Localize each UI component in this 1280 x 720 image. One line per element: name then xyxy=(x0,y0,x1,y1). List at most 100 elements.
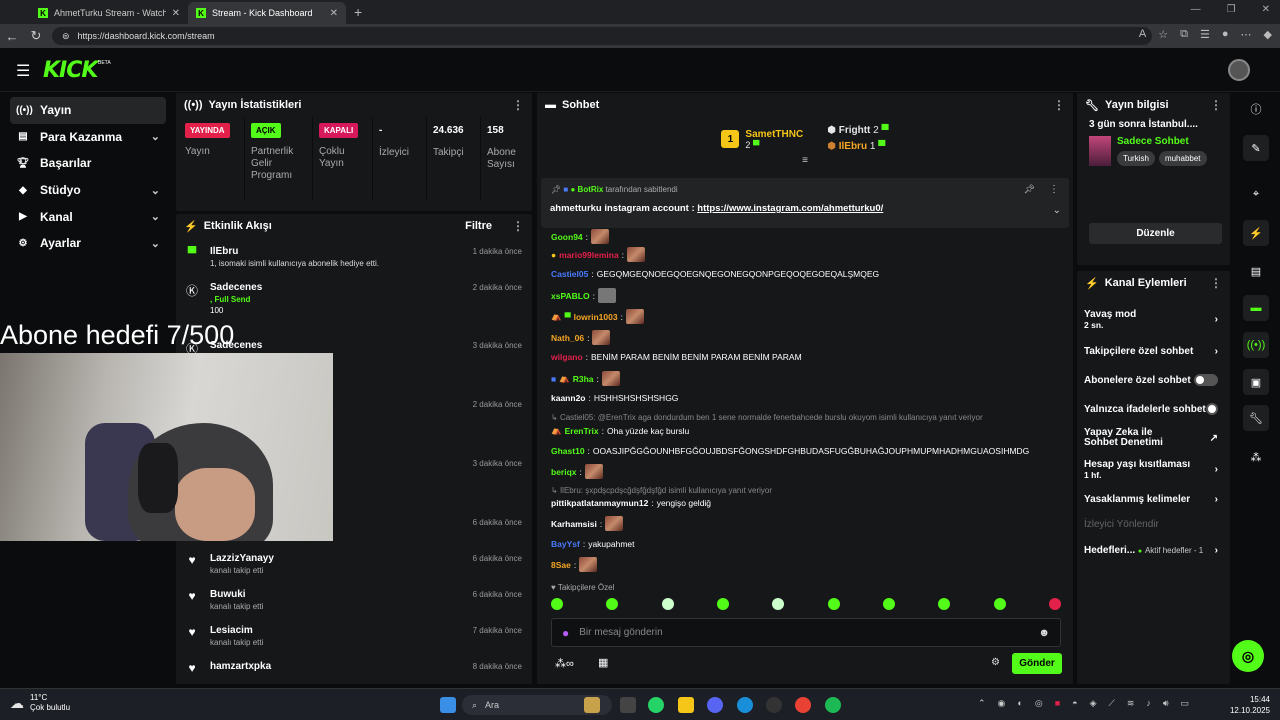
profile-icon[interactable]: ● xyxy=(1222,28,1229,41)
collections-icon[interactable]: ☰ xyxy=(1200,28,1210,41)
feed-user[interactable]: IlEbru xyxy=(210,246,461,257)
feed-user[interactable]: Lesiacim xyxy=(210,625,461,636)
tray-chevron-icon[interactable]: ⌃ xyxy=(978,698,986,709)
chat-user[interactable]: lowrin1003 xyxy=(574,312,618,322)
file-explorer-icon[interactable] xyxy=(678,697,694,713)
sidebar-item-yayin[interactable]: ((•)) Yayın xyxy=(10,97,166,124)
tray-app-icon[interactable]: ◉ xyxy=(998,698,1006,709)
tag[interactable]: muhabbet xyxy=(1158,151,1207,166)
pinned-by-user[interactable]: BotRix xyxy=(578,185,604,194)
menu-icon[interactable]: ☰ xyxy=(16,61,30,81)
emote-button[interactable] xyxy=(827,598,840,610)
pinned-link[interactable]: https://www.instagram.com/ahmetturku0/ xyxy=(697,203,883,214)
minimize-icon[interactable]: — xyxy=(1191,4,1201,15)
broadcast-icon[interactable]: ((•)) xyxy=(1243,332,1269,358)
mic-icon[interactable]: ♪ xyxy=(1146,698,1151,709)
battery-icon[interactable]: ▭ xyxy=(1181,698,1190,709)
spotify-icon[interactable] xyxy=(825,697,841,713)
leaderboard-user[interactable]: SametTHNC xyxy=(745,129,803,140)
widget-icon[interactable] xyxy=(584,697,600,713)
chrome-icon[interactable] xyxy=(795,697,811,713)
chat-input[interactable]: ● Bir mesaj gönderin ☻ xyxy=(551,618,1061,647)
chat-user[interactable]: BayYsf xyxy=(551,539,580,549)
unpin-icon[interactable]: 📌︎ xyxy=(1024,184,1035,195)
chat-user[interactable]: Karhamsisi xyxy=(551,519,597,529)
emote-button[interactable] xyxy=(551,598,563,610)
chat-user[interactable]: Ghast10 xyxy=(551,446,585,456)
new-tab-icon[interactable]: + xyxy=(346,2,370,24)
sidebar-item-kanal[interactable]: ▶ Kanal ⌄ xyxy=(10,203,166,230)
action-subscribers-only[interactable]: Abonelere özel sohbet xyxy=(1077,365,1230,395)
taskbar-clock[interactable]: 15:44 12.10.2025 xyxy=(1230,694,1270,716)
leaderboard-user[interactable]: Frightt xyxy=(839,125,871,136)
steam-icon[interactable]: ◈ xyxy=(1090,698,1097,709)
chat-user[interactable]: 8Sae xyxy=(551,560,571,570)
leaderboard-user[interactable]: IlEbru xyxy=(839,141,867,152)
action-goals[interactable]: Hedefleri... ● Aktif hedefler - 1 › xyxy=(1077,535,1230,565)
site-info-icon[interactable]: ⊜ xyxy=(62,31,70,42)
category-link[interactable]: Sadece Sohbet xyxy=(1117,136,1211,147)
edit-button[interactable]: Düzenle xyxy=(1089,223,1222,244)
edge-icon[interactable] xyxy=(737,697,753,713)
chat-user[interactable]: beriqx xyxy=(551,467,577,477)
send-button[interactable]: Gönder xyxy=(1012,653,1062,674)
emoji-picker-icon[interactable]: ☻ xyxy=(1038,627,1050,639)
copilot-icon[interactable]: ◆ xyxy=(1264,28,1272,41)
expand-icon[interactable]: ≡ xyxy=(537,155,1073,166)
wifi-icon[interactable]: ≋ xyxy=(1127,698,1135,709)
chat-user[interactable]: kaann2o xyxy=(551,393,586,403)
obs-icon[interactable] xyxy=(766,697,782,713)
emote-button[interactable] xyxy=(606,598,619,610)
kick-logo[interactable]: KICK xyxy=(43,58,98,83)
weather-widget[interactable]: ☁ 11°C Çok bulutlu xyxy=(10,693,70,713)
more-options-icon[interactable]: ⋮ xyxy=(1053,98,1065,112)
wrench-icon[interactable]: 🔧︎ xyxy=(1243,405,1269,431)
action-ai-moderation[interactable]: Yapay Zeka ile Sohbet Denetimi ↗ xyxy=(1077,423,1230,453)
tray-app-icon[interactable]: ⟋ xyxy=(1109,698,1115,709)
tag[interactable]: Turkish xyxy=(1117,151,1155,166)
chat-user[interactable]: xsPABLO xyxy=(551,291,590,301)
chat-user[interactable]: Castiel05 xyxy=(551,269,588,279)
category-thumbnail[interactable] xyxy=(1089,136,1111,166)
chat-user[interactable]: mario99lemina xyxy=(559,250,619,260)
tray-app-icon[interactable]: ◐ xyxy=(1017,698,1022,709)
chat-user[interactable]: ErenTrix xyxy=(565,426,599,436)
volume-icon[interactable]: 🔊︎ xyxy=(1163,698,1169,709)
back-icon[interactable]: ← xyxy=(0,29,24,44)
feed-user[interactable]: Sadecenes xyxy=(210,340,461,351)
reply-context[interactable]: ↳ Castiel05: @ErenTrix aga dondurdum ben… xyxy=(551,413,983,422)
sidebar-item-ayarlar[interactable]: ⚙ Ayarlar ⌄ xyxy=(10,230,166,257)
extensions-icon[interactable]: ⧉ xyxy=(1180,28,1188,41)
lightning-icon[interactable]: ⚡ xyxy=(1243,220,1269,246)
filter-button[interactable]: Filtre xyxy=(465,220,492,232)
action-banned-words[interactable]: Yasaklanmış kelimeler › xyxy=(1077,485,1230,513)
maximize-icon[interactable]: ❐ xyxy=(1227,4,1236,15)
store-icon[interactable]: ▦ xyxy=(598,656,608,669)
kicks-icon[interactable]: ⁂∞ xyxy=(555,657,574,670)
action-followers-only[interactable]: Takipçilere özel sohbet › xyxy=(1077,337,1230,365)
chevron-down-icon[interactable]: ⌄ xyxy=(1053,205,1061,216)
whatsapp-icon[interactable] xyxy=(648,697,664,713)
close-window-icon[interactable]: ✕ xyxy=(1262,4,1270,15)
close-tab-icon[interactable]: ✕ xyxy=(172,8,180,19)
chat-user[interactable]: Goon94 xyxy=(551,232,583,242)
chat-user[interactable]: wilgano xyxy=(551,352,583,362)
tray-app-icon[interactable]: ■ xyxy=(1055,698,1060,709)
more-options-icon[interactable]: ⋮ xyxy=(1049,184,1059,195)
more-options-icon[interactable]: ⋮ xyxy=(1210,276,1222,290)
tray-app-icon[interactable]: ◎ xyxy=(1035,698,1043,709)
toggle-switch[interactable] xyxy=(1194,374,1218,386)
chat-user[interactable]: Nath_06 xyxy=(551,333,584,343)
avatar[interactable] xyxy=(1228,59,1250,81)
discord-icon[interactable] xyxy=(707,697,723,713)
emote-button[interactable] xyxy=(1048,598,1061,610)
sidebar-item-studyo[interactable]: ◆ Stüdyo ⌄ xyxy=(10,177,166,204)
feed-user[interactable]: LazzizYanayy xyxy=(210,553,461,564)
action-slow-mode[interactable]: Yavaş mod 2 sn. › xyxy=(1077,301,1230,337)
more-options-icon[interactable]: ⋮ xyxy=(512,219,524,233)
browser-tab-2[interactable]: K Stream - Kick Dashboard ✕ xyxy=(188,2,346,24)
microphone-icon[interactable]: ● xyxy=(562,626,569,640)
feed-user[interactable]: Sadecenes xyxy=(210,282,461,293)
read-aloud-icon[interactable]: A xyxy=(1139,28,1146,41)
target-icon[interactable]: ⌖ xyxy=(1243,181,1269,207)
